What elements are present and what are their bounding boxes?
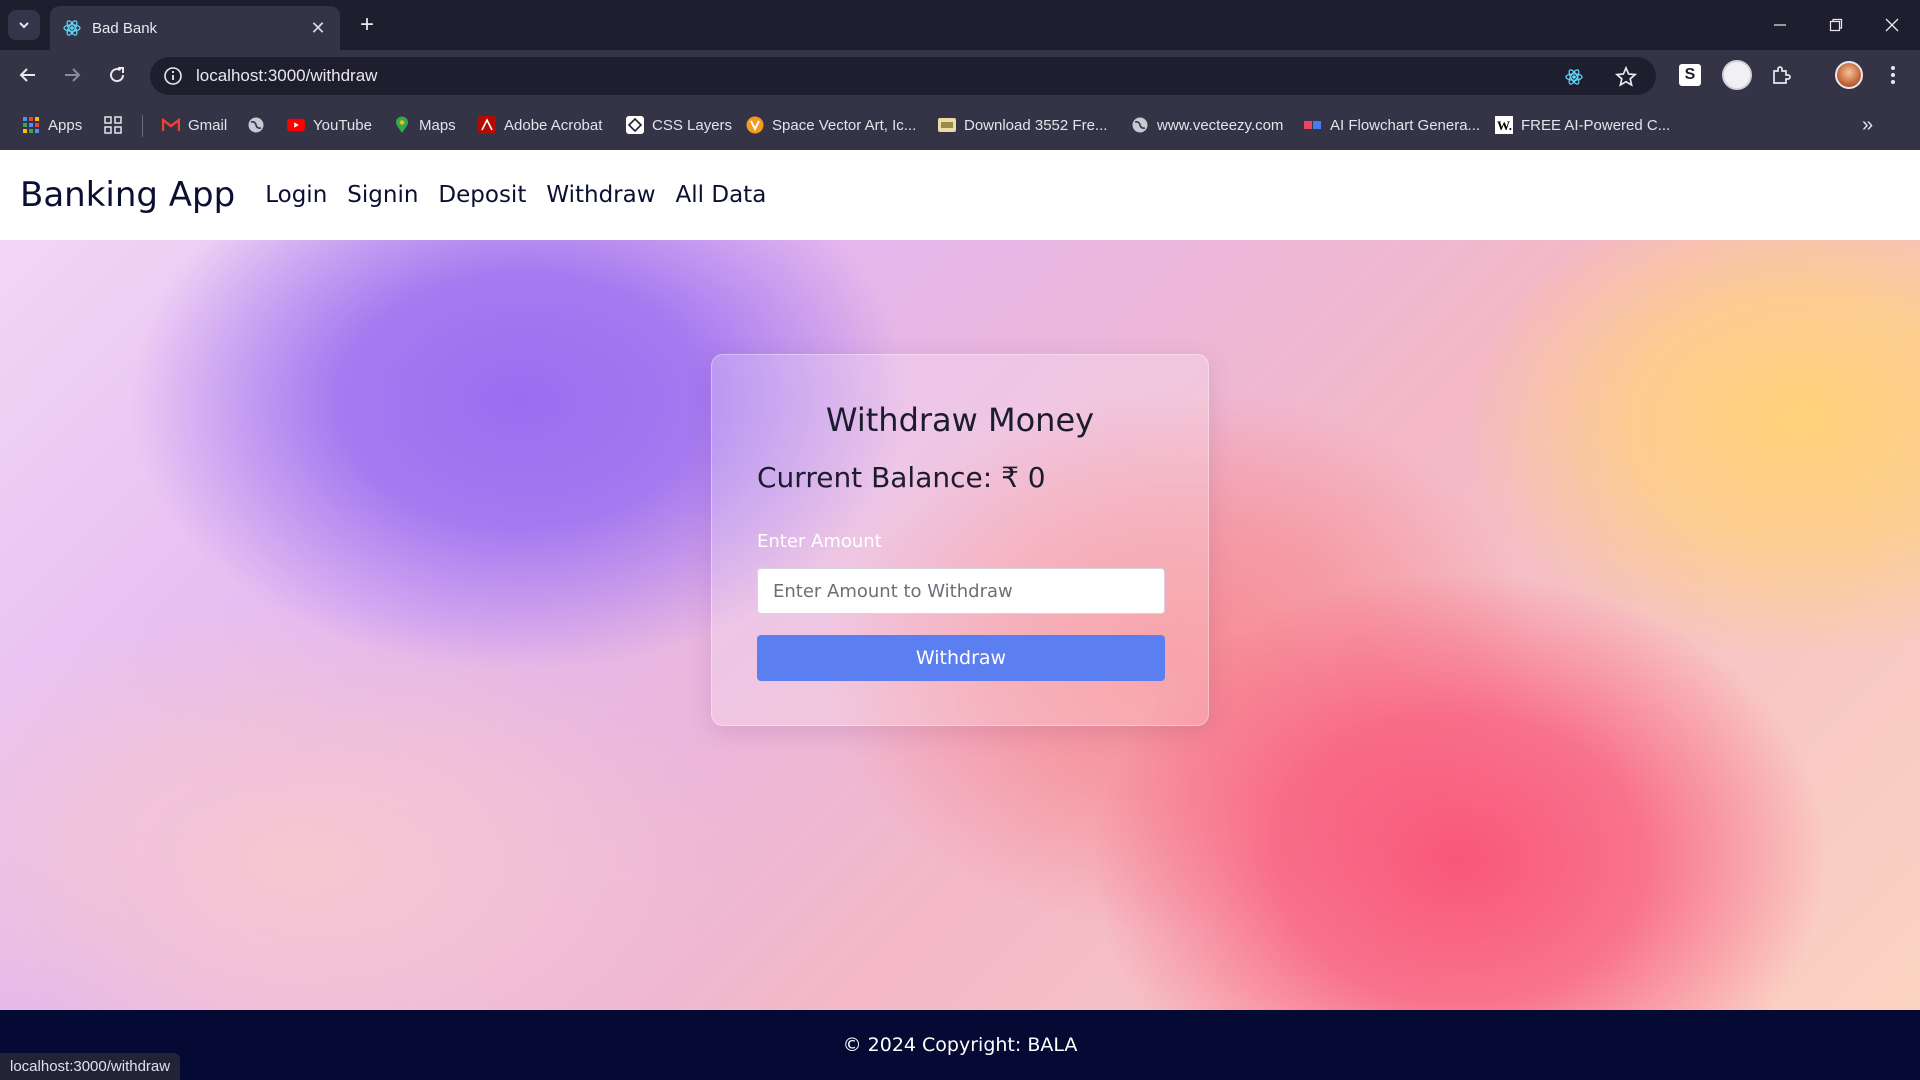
bookmark-youtube[interactable]: YouTube [287, 113, 372, 137]
withdraw-amount-input[interactable] [757, 568, 1165, 614]
chevron-down-icon [19, 22, 29, 29]
globe-icon [247, 116, 265, 134]
w-icon: W. [1495, 116, 1513, 134]
card-title: Withdraw Money [825, 401, 1095, 439]
bookmark-label: Apps [48, 116, 83, 134]
withdraw-card: Withdraw Money Current Balance: ₹ 0 Ente… [711, 354, 1209, 726]
app-navbar: Banking App Login Signin Deposit Withdra… [0, 150, 1920, 240]
bookmark-label: Space Vector Art, Ic... [772, 116, 917, 134]
restore-icon [1829, 18, 1843, 32]
page-footer: © 2024 Copyright: BALA [0, 1010, 1920, 1080]
bookmark-star-icon[interactable] [1614, 65, 1638, 89]
browser-tab-bar: Bad Bank ✕ + [0, 0, 1920, 50]
close-window-button[interactable] [1864, 0, 1920, 50]
nav-deposit[interactable]: Deposit [438, 182, 526, 208]
amount-label: Enter Amount [757, 531, 882, 552]
bookmark-label: YouTube [313, 116, 372, 134]
bookmark-label: AI Flowchart Genera... [1330, 116, 1481, 134]
bookmark-apps[interactable]: Apps [22, 113, 82, 137]
vecteezy-icon [746, 116, 764, 134]
site-info-icon[interactable] [162, 65, 184, 87]
react-icon [62, 18, 82, 38]
bookmarks-bar: Apps Gmail YouTube Maps Adobe Acrobat CS… [0, 100, 1920, 150]
more-bookmarks-button[interactable]: » [1862, 113, 1873, 137]
address-bar[interactable]: localhost:3000/withdraw [150, 57, 1656, 95]
bookmark-ai-flowchart[interactable]: AI Flowchart Genera... [1304, 113, 1480, 137]
status-bar-url: localhost:3000/withdraw [0, 1053, 181, 1080]
bookmark-label: Adobe Acrobat [504, 116, 603, 134]
url-text[interactable]: localhost:3000/withdraw [196, 66, 377, 86]
bookmark-app-launcher[interactable] [104, 113, 130, 137]
css-layers-icon [626, 116, 644, 134]
extension-s-icon[interactable]: S [1676, 61, 1704, 89]
globe-icon [1131, 116, 1149, 134]
forward-button[interactable] [56, 59, 88, 91]
bookmark-label: FREE AI-Powered C... [1521, 116, 1671, 134]
bookmark-vecteezy[interactable]: www.vecteezy.com [1131, 113, 1283, 137]
bookmark-gmail[interactable]: Gmail [162, 113, 227, 137]
acrobat-icon [478, 116, 496, 134]
nav-all-data[interactable]: All Data [676, 182, 767, 208]
nav-withdraw[interactable]: Withdraw [546, 182, 655, 208]
maps-pin-icon [393, 116, 411, 134]
reload-icon [110, 67, 125, 83]
bookmark-maps[interactable]: Maps [393, 113, 456, 137]
bookmark-globe[interactable] [247, 113, 273, 137]
bookmarks-divider [142, 115, 143, 137]
brand-logo[interactable]: Banking App [20, 175, 235, 215]
gradient-background: Withdraw Money Current Balance: ₹ 0 Ente… [0, 240, 1920, 1010]
restore-button[interactable] [1808, 0, 1864, 50]
bookmark-label: CSS Layers [652, 116, 733, 134]
minimize-button[interactable] [1752, 0, 1808, 50]
close-icon [1885, 18, 1899, 32]
gmail-icon [162, 116, 180, 134]
bookmark-label: www.vecteezy.com [1157, 116, 1284, 134]
close-tab-icon[interactable]: ✕ [308, 18, 328, 39]
bookmark-label: Download 3552 Fre... [964, 116, 1108, 134]
youtube-icon [287, 116, 305, 134]
react-devtools-icon[interactable] [1562, 65, 1586, 89]
copyright-text: © 2024 Copyright: BALA [842, 1034, 1078, 1056]
bookmark-label: Gmail [188, 116, 228, 134]
svg-text:W.: W. [1497, 118, 1512, 133]
bookmark-css-layers[interactable]: CSS Layers [626, 113, 732, 137]
current-balance: Current Balance: ₹ 0 [757, 461, 1046, 494]
extensions-puzzle-icon[interactable] [1767, 61, 1795, 89]
double-chevron-right-icon: » [1862, 113, 1874, 136]
apps-grid-icon [22, 116, 40, 134]
bookmark-label: Maps [419, 116, 456, 134]
tab-search-button[interactable] [8, 10, 40, 40]
more-menu-icon[interactable] [1879, 61, 1907, 89]
browser-toolbar: localhost:3000/withdraw S [0, 50, 1920, 100]
tab-title: Bad Bank [92, 19, 158, 37]
bookmark-free-ai[interactable]: W. FREE AI-Powered C... [1495, 113, 1670, 137]
bookmark-download[interactable]: Download 3552 Fre... [938, 113, 1107, 137]
nav-signin[interactable]: Signin [347, 182, 418, 208]
arrow-right-icon [65, 68, 81, 82]
bookmark-space-vector[interactable]: Space Vector Art, Ic... [746, 113, 916, 137]
profile-avatar-icon[interactable] [1833, 59, 1865, 91]
extension-avatar-icon[interactable] [1721, 59, 1753, 91]
window-controls [1752, 0, 1920, 50]
nav-login[interactable]: Login [265, 182, 327, 208]
image-icon [938, 116, 956, 134]
bookmark-adobe-acrobat[interactable]: Adobe Acrobat [478, 113, 602, 137]
back-button[interactable] [12, 59, 44, 91]
flowchart-icon [1304, 116, 1322, 134]
withdraw-button[interactable]: Withdraw [757, 635, 1165, 681]
browser-tab[interactable]: Bad Bank ✕ [50, 6, 340, 50]
app-launcher-icon [104, 116, 122, 134]
minimize-icon [1774, 24, 1786, 26]
reload-button[interactable] [101, 59, 133, 91]
new-tab-button[interactable]: + [352, 10, 382, 40]
arrow-left-icon [19, 68, 35, 82]
